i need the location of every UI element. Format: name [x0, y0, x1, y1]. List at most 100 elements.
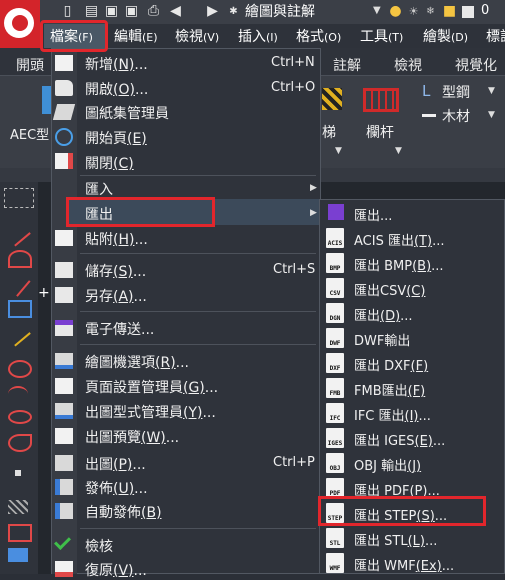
stair-label[interactable]: 梯 — [322, 122, 336, 142]
logo-circle-inner — [12, 15, 28, 31]
submenu-item-export-bmp[interactable]: 匯出 BMP(B)... — [354, 255, 444, 274]
menu-tools[interactable]: 工具(T) — [360, 26, 403, 46]
menu-item-new[interactable]: 新增(N)... — [85, 54, 148, 74]
arc-tool-icon[interactable] — [8, 386, 28, 402]
submenu-item-export-wmf[interactable]: 匯出 WMF(Ex)... — [354, 555, 454, 574]
menu-item-page-setup-manager[interactable]: 頁面設置管理員(G)... — [85, 377, 218, 397]
aec-label[interactable]: AEC型 — [10, 124, 49, 143]
menu-item-recover[interactable]: 復原(V)... — [85, 560, 147, 580]
menu-dimension[interactable]: 標註 — [486, 26, 505, 46]
save-icon[interactable]: ▣ — [104, 4, 119, 19]
menu-item-open[interactable]: 開啟(O)... — [85, 79, 148, 99]
ellipse-tool-icon[interactable] — [8, 410, 32, 424]
save-as-icon[interactable]: ▣ — [124, 4, 139, 19]
submenu-item-export-stl[interactable]: 匯出 STL(L)... — [354, 530, 437, 549]
ellipse-arc-tool-icon[interactable] — [8, 434, 32, 452]
fmb-file-icon: FMB — [326, 378, 344, 398]
open-folder-icon[interactable]: ▤ — [84, 4, 99, 19]
menu-separator — [80, 311, 316, 312]
menu-insert[interactable]: 插入(I) — [238, 26, 278, 46]
submenu-item-export-iges[interactable]: 匯出 IGES(E)... — [354, 430, 445, 449]
color-swatch-icon[interactable] — [462, 6, 474, 18]
stair-icon[interactable] — [322, 88, 342, 110]
region-tool-icon[interactable] — [8, 524, 32, 542]
submenu-item-export-dxf[interactable]: 匯出 DXF(F) — [354, 355, 428, 374]
menu-item-plot-style-manager[interactable]: 出圖型式管理員(Y)... — [85, 402, 216, 422]
menu-item-save-as[interactable]: 另存(A)... — [85, 286, 147, 306]
menu-item-attach[interactable]: 貼附(H)... — [85, 229, 148, 249]
shortcut-save: Ctrl+S — [273, 262, 316, 277]
toolbar-grip[interactable] — [4, 188, 34, 208]
menu-separator — [80, 253, 316, 254]
menu-item-sheet-set-manager[interactable]: 圖紙集管理員 — [85, 103, 169, 123]
menu-view[interactable]: 檢視(V) — [175, 26, 219, 46]
submenu-item-export[interactable]: 匯出... — [354, 205, 392, 224]
lightbulb-icon[interactable]: ● — [388, 4, 403, 19]
wood-label[interactable]: 木材 — [442, 106, 470, 126]
menu-separator — [80, 344, 316, 345]
menu-item-save[interactable]: 儲存(S)... — [85, 261, 146, 281]
submenu-item-obj-output[interactable]: OBJ 輸出(J) — [354, 455, 421, 474]
chevron-down-icon[interactable]: ▼ — [395, 146, 402, 156]
tab-annotate[interactable]: 註解 — [333, 55, 361, 75]
menu-item-start-page[interactable]: 開始頁(E) — [85, 128, 147, 148]
submenu-item-dwf-output[interactable]: DWF輸出 — [354, 330, 410, 349]
menu-item-plot-preview[interactable]: 出圖預覽(W)... — [85, 427, 179, 447]
submenu-item-export-csv[interactable]: 匯出CSV(C) — [354, 280, 425, 299]
file-menu-callout — [40, 20, 108, 52]
new-file-icon[interactable]: ▯ — [60, 4, 75, 19]
shortcut-open: Ctrl+O — [271, 80, 316, 95]
menu-item-plot[interactable]: 出圖(P)... — [85, 454, 146, 474]
submenu-item-export-dgn[interactable]: 匯出(D)... — [354, 305, 413, 324]
menu-item-plotter-options[interactable]: 繪圖機選項(R)... — [85, 352, 189, 372]
undo-icon[interactable]: ◀ — [168, 4, 183, 19]
export-item-callout — [66, 197, 215, 227]
steel-label[interactable]: 型鋼 — [442, 82, 470, 102]
save-as-icon — [55, 287, 73, 303]
snowflake-icon[interactable]: ❄ — [423, 4, 438, 19]
menu-format[interactable]: 格式(O) — [296, 26, 341, 46]
print-icon — [55, 455, 73, 471]
recover-icon — [55, 561, 73, 577]
power-icon — [55, 128, 73, 146]
close-file-icon — [55, 153, 73, 169]
menu-item-import[interactable]: 匯入 — [85, 179, 113, 199]
menu-item-audit[interactable]: 檢核 — [85, 536, 113, 556]
menu-item-auto-publish[interactable]: 自動發佈(B) — [85, 502, 162, 522]
tab-home[interactable]: 開頭 — [16, 55, 44, 75]
tab-view[interactable]: 檢視 — [394, 55, 422, 75]
menu-item-etransmit[interactable]: 電子傳送... — [85, 319, 154, 339]
print-icon[interactable]: ⎙ — [146, 4, 161, 19]
menu-item-close[interactable]: 關閉(C) — [85, 153, 134, 173]
chevron-down-icon[interactable]: ▼ — [373, 5, 381, 16]
menu-edit[interactable]: 編輯(E) — [114, 26, 158, 46]
chevron-down-icon[interactable]: ▼ — [488, 86, 495, 96]
sun-icon[interactable]: ☀ — [406, 4, 421, 19]
block-tool-icon[interactable] — [8, 548, 28, 562]
chevron-down-icon[interactable]: ▼ — [488, 110, 495, 120]
gear-icon[interactable]: ✱ — [226, 4, 241, 19]
railing-icon[interactable] — [363, 88, 399, 112]
hatch-tool-icon[interactable] — [8, 500, 28, 514]
etransmit-icon — [55, 320, 73, 336]
submenu-item-ifc-export[interactable]: IFC 匯出(I)... — [354, 405, 431, 424]
menu-separator — [80, 175, 316, 176]
tab-visualize[interactable]: 視覺化 — [455, 55, 497, 75]
menu-draw[interactable]: 繪製(D) — [423, 26, 468, 46]
workspace-selector[interactable]: 繪圖與註解 — [245, 1, 315, 21]
rectangle-tool-icon[interactable] — [8, 300, 32, 318]
lock-icon[interactable]: ■ — [442, 4, 457, 19]
redo-icon[interactable]: ▶ — [205, 4, 220, 19]
export-step-callout — [318, 496, 486, 526]
plot-preview-icon — [55, 428, 73, 444]
obj-file-icon: OBJ — [326, 453, 344, 473]
menu-item-publish[interactable]: 發佈(U)... — [85, 478, 148, 498]
submenu-item-fmb-export[interactable]: FMB匯出(F) — [354, 380, 425, 399]
wood-icon — [422, 114, 436, 117]
circle-tool-icon[interactable] — [8, 360, 32, 378]
submenu-item-acis-export[interactable]: ACIS 匯出(T)... — [354, 230, 444, 249]
polyline-tool-icon[interactable] — [8, 250, 32, 268]
railing-label[interactable]: 欄杆 — [366, 122, 394, 142]
point-tool-icon[interactable] — [15, 470, 21, 476]
chevron-down-icon[interactable]: ▼ — [335, 146, 342, 156]
